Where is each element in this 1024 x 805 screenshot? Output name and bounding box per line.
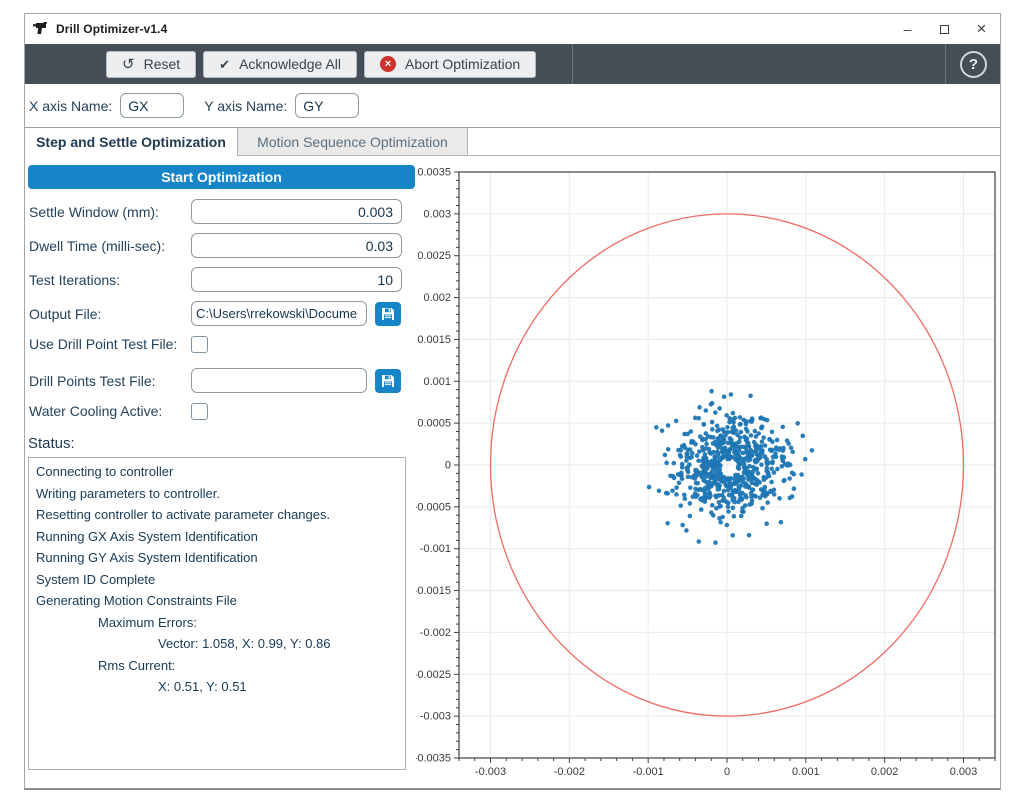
status-line: Running GX Axis System Identification <box>29 526 405 548</box>
drill-points-test-file-input[interactable] <box>191 368 367 393</box>
scatter-plot: -0.003 -0.002 -0.001 0 0.001 0.002 0.003 0.0035… <box>416 156 1000 786</box>
help-button[interactable]: ? <box>960 51 987 78</box>
svg-text:0.0035: 0.0035 <box>417 167 451 179</box>
svg-text:-0.003: -0.003 <box>420 711 451 723</box>
status-line: Maximum Errors: <box>29 612 405 634</box>
svg-text:-0.002: -0.002 <box>420 627 451 639</box>
close-button[interactable]: × <box>963 14 1000 44</box>
drill-points-test-file-save-button[interactable] <box>375 369 401 393</box>
window-title: Drill Optimizer-v1.4 <box>56 22 167 36</box>
svg-text:0.001: 0.001 <box>423 376 451 388</box>
x-axis-name-input[interactable] <box>120 93 184 118</box>
status-line: Running GY Axis System Identification <box>29 547 405 569</box>
start-optimization-button[interactable]: Start Optimization <box>28 165 415 189</box>
output-file-label: Output File: <box>28 306 191 322</box>
svg-text:0.001: 0.001 <box>792 766 820 778</box>
abort-optimization-label: Abort Optimization <box>405 56 520 72</box>
use-drill-point-test-file-row: Use Drill Point Test File: <box>28 335 416 353</box>
water-cooling-active-row: Water Cooling Active: <box>28 402 416 420</box>
test-iterations-input[interactable] <box>191 267 402 292</box>
svg-text:0.0005: 0.0005 <box>417 418 451 430</box>
svg-text:-0.001: -0.001 <box>420 543 451 555</box>
y-axis-name-input[interactable] <box>295 93 359 118</box>
status-line: System ID Complete <box>29 569 405 591</box>
drill-points-test-file-label: Drill Points Test File: <box>28 373 191 389</box>
water-cooling-active-label: Water Cooling Active: <box>28 403 191 419</box>
svg-text:0: 0 <box>724 766 730 778</box>
app-window: Drill Optimizer-v1.4 – × ↺ Reset ✔ Ackno… <box>24 13 1001 790</box>
status-line: Vector: 1.058, X: 0.99, Y: 0.86 <box>29 633 405 655</box>
water-cooling-active-checkbox[interactable] <box>191 403 208 420</box>
svg-text:-0.0005: -0.0005 <box>416 501 451 513</box>
title-bar: Drill Optimizer-v1.4 – × <box>25 14 1000 44</box>
test-iterations-label: Test Iterations: <box>28 272 191 288</box>
status-line: Writing parameters to controller. <box>29 483 405 505</box>
acknowledge-all-label: Acknowledge All <box>239 56 341 72</box>
svg-text:-0.0015: -0.0015 <box>416 585 451 597</box>
dwell-time-input[interactable] <box>191 233 402 258</box>
status-line: Resetting controller to activate paramet… <box>29 504 405 526</box>
acknowledge-all-button[interactable]: ✔ Acknowledge All <box>203 51 357 78</box>
reset-button[interactable]: ↺ Reset <box>106 51 196 78</box>
output-file-row: Output File: <box>28 301 416 326</box>
x-axis-name-label: X axis Name: <box>29 98 112 114</box>
output-file-input[interactable] <box>191 301 367 326</box>
use-drill-point-test-file-label: Use Drill Point Test File: <box>28 336 191 352</box>
reset-icon: ↺ <box>122 57 135 72</box>
toolbar: ↺ Reset ✔ Acknowledge All × Abort Optimi… <box>25 44 1000 84</box>
dwell-time-label: Dwell Time (milli-sec): <box>28 238 191 254</box>
svg-text:0.002: 0.002 <box>423 292 451 304</box>
svg-text:0.002: 0.002 <box>871 766 899 778</box>
settle-window-label: Settle Window (mm): <box>28 204 191 220</box>
floppy-disk-icon <box>380 373 396 389</box>
drill-points-test-file-row: Drill Points Test File: <box>28 368 416 393</box>
toolbar-divider <box>945 44 946 84</box>
status-heading: Status: <box>28 435 416 452</box>
tab-motion-sequence-optimization[interactable]: Motion Sequence Optimization <box>238 128 468 156</box>
abort-x-icon: × <box>380 56 396 72</box>
checkmark-icon: ✔ <box>219 58 230 71</box>
svg-text:0.003: 0.003 <box>423 208 451 220</box>
tab-strip: Step and Settle Optimization Motion Sequ… <box>25 127 1000 156</box>
settle-window-input[interactable] <box>191 199 402 224</box>
maximize-icon <box>940 25 949 34</box>
reset-label: Reset <box>144 56 181 72</box>
output-file-save-button[interactable] <box>375 302 401 326</box>
maximize-button[interactable] <box>926 14 963 44</box>
svg-text:0.0015: 0.0015 <box>417 334 451 346</box>
svg-text:-0.002: -0.002 <box>554 766 585 778</box>
status-line: X: 0.51, Y: 0.51 <box>29 676 405 698</box>
svg-text:0.003: 0.003 <box>950 766 978 778</box>
y-axis-name-label: Y axis Name: <box>204 98 287 114</box>
status-line: Connecting to controller <box>29 461 405 483</box>
dwell-time-row: Dwell Time (milli-sec): <box>28 233 416 258</box>
tab-step-and-settle-optimization[interactable]: Step and Settle Optimization <box>25 128 238 156</box>
minimize-button[interactable]: – <box>889 14 926 44</box>
status-line: Rms Current: <box>29 655 405 677</box>
status-line: Generating Motion Constraints File <box>29 590 405 612</box>
settings-panel: Start Optimization Settle Window (mm): D… <box>25 156 416 789</box>
floppy-disk-icon <box>380 306 396 322</box>
chart-area: -0.003 -0.002 -0.001 0 0.001 0.002 0.003 0.0035… <box>416 156 1000 789</box>
svg-text:-0.003: -0.003 <box>475 766 506 778</box>
svg-text:0.0025: 0.0025 <box>417 250 451 262</box>
tab-strip-filler <box>468 128 1000 156</box>
svg-text:-0.0025: -0.0025 <box>416 669 451 681</box>
use-drill-point-test-file-checkbox[interactable] <box>191 336 208 353</box>
svg-text:0: 0 <box>445 460 451 472</box>
status-log: Connecting to controllerWriting paramete… <box>28 457 406 770</box>
axis-name-row: X axis Name: Y axis Name: <box>25 84 1000 127</box>
content-area: Start Optimization Settle Window (mm): D… <box>25 156 1000 789</box>
window-controls: – × <box>889 14 1000 44</box>
abort-optimization-button[interactable]: × Abort Optimization <box>364 51 536 78</box>
test-iterations-row: Test Iterations: <box>28 267 416 292</box>
parameter-fields: Settle Window (mm): Dwell Time (milli-se… <box>28 199 416 420</box>
drill-app-icon <box>33 22 49 36</box>
svg-text:-0.0035: -0.0035 <box>416 753 451 765</box>
settle-window-row: Settle Window (mm): <box>28 199 416 224</box>
toolbar-divider <box>572 44 573 84</box>
svg-text:-0.001: -0.001 <box>633 766 664 778</box>
